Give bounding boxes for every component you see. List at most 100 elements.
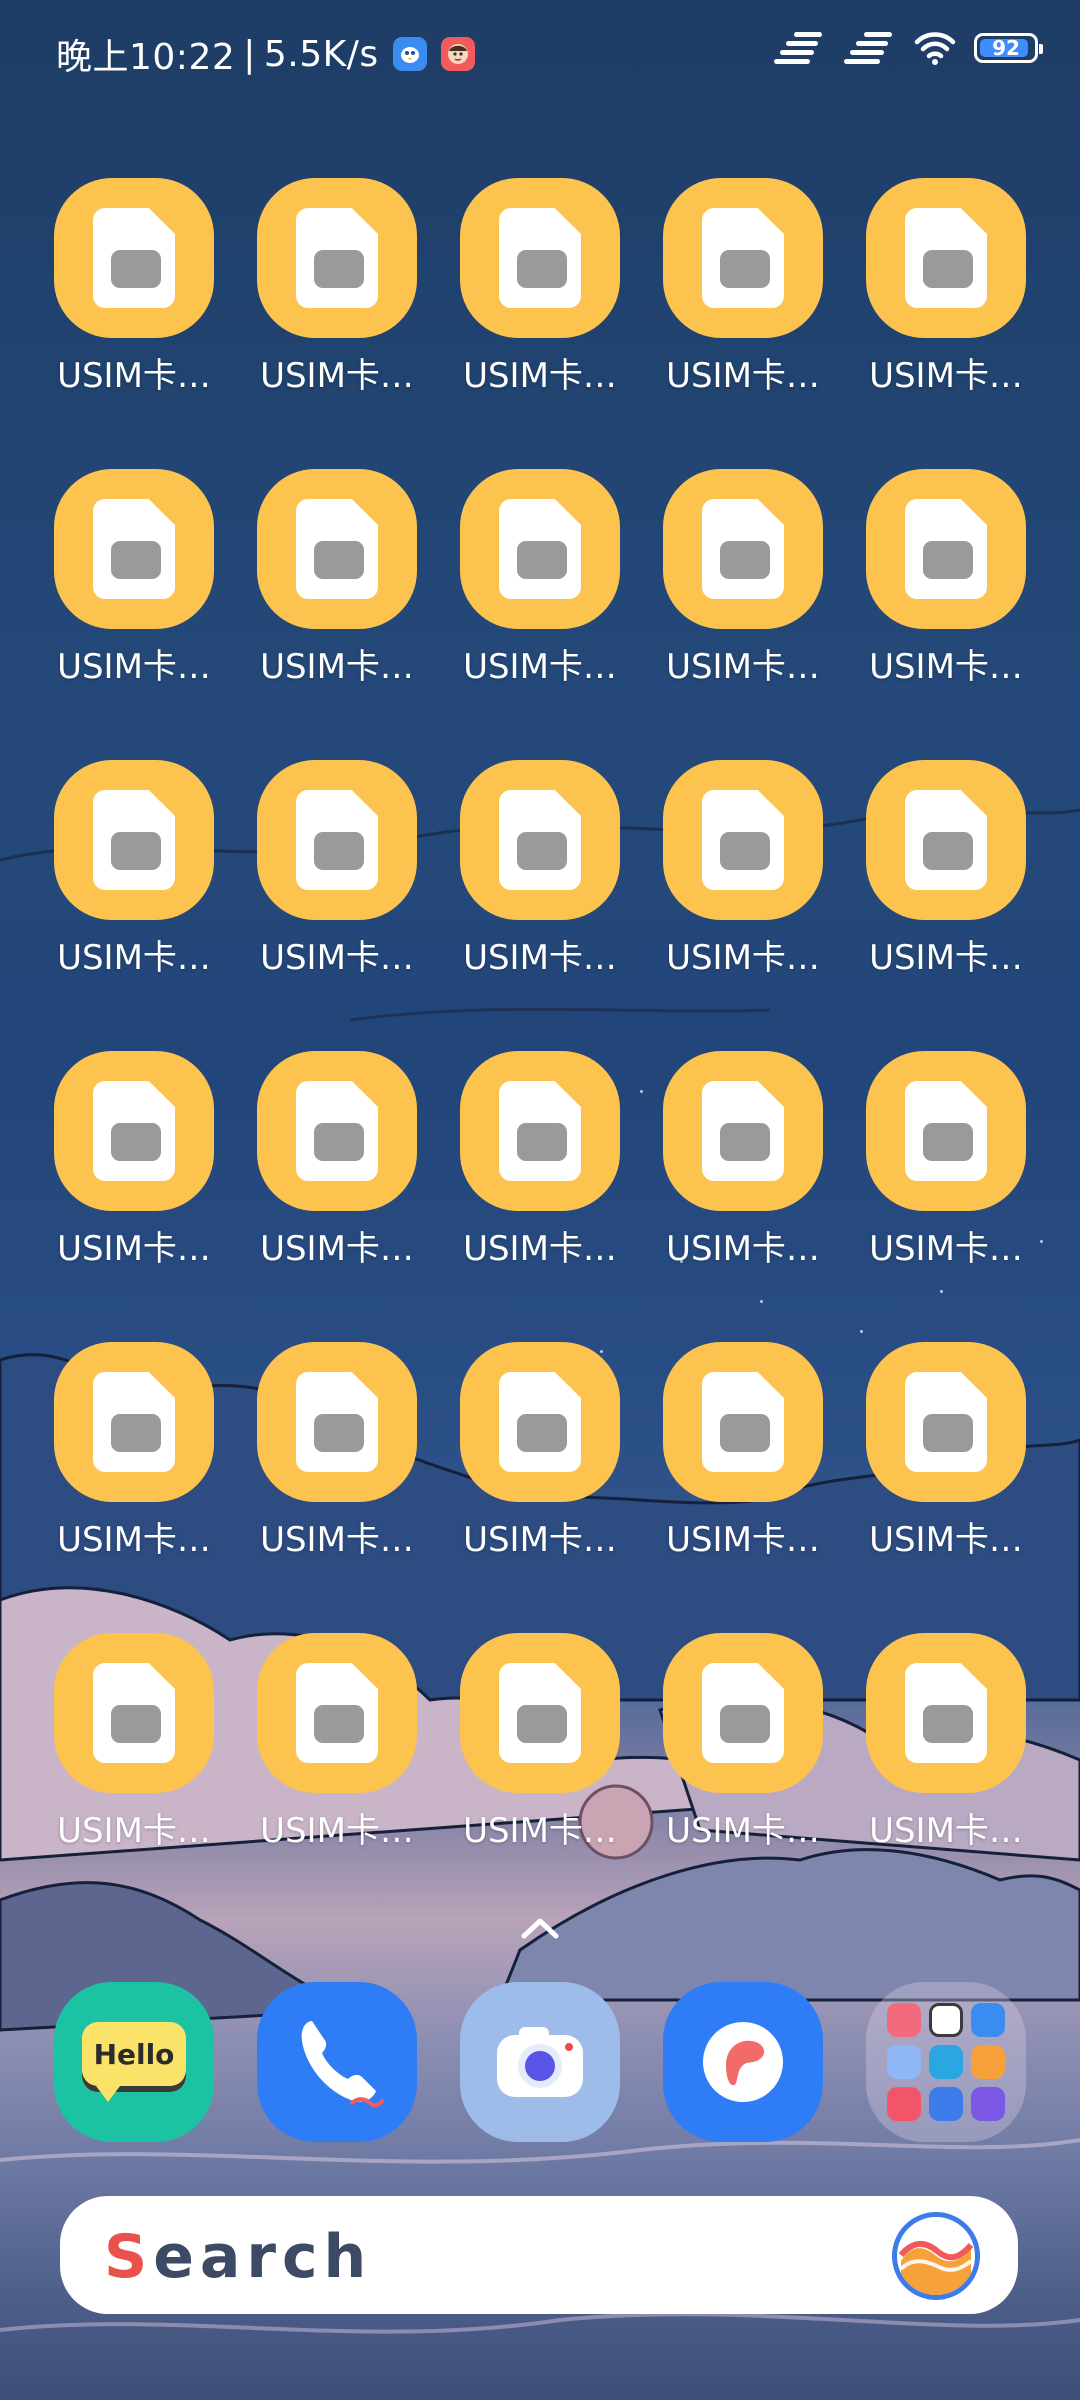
sim-card-body — [296, 499, 378, 599]
sim-chip — [720, 1705, 770, 1743]
hello-app[interactable]: Hello — [54, 1982, 214, 2142]
search-label-first: S — [104, 2222, 154, 2292]
sim-card-body — [499, 1372, 581, 1472]
app-label: USIM卡… — [666, 938, 820, 978]
sim-card-body — [702, 1663, 784, 1763]
search-bar[interactable]: Search — [60, 2196, 1018, 2314]
sim-chip — [923, 1705, 973, 1743]
app-usim-card[interactable]: USIM卡… — [236, 1051, 439, 1342]
app-label: USIM卡… — [260, 647, 414, 687]
sim-chip — [923, 250, 973, 288]
chevron-up-icon[interactable] — [515, 1908, 565, 1948]
app-usim-card[interactable]: USIM卡… — [845, 469, 1048, 760]
sim-card-icon — [866, 469, 1026, 629]
app-label: USIM卡… — [666, 356, 820, 396]
app-usim-card[interactable]: USIM卡… — [33, 1633, 236, 1924]
app-usim-card[interactable]: USIM卡… — [439, 469, 642, 760]
sim-chip — [923, 832, 973, 870]
phone-app[interactable] — [257, 1982, 417, 2142]
app-usim-card[interactable]: USIM卡… — [642, 1051, 845, 1342]
status-right: 92 — [774, 30, 1043, 66]
network-speed: 5.5K/s — [263, 33, 379, 75]
sim-card-body — [93, 1663, 175, 1763]
wifi-icon — [914, 32, 956, 65]
sim-chip — [314, 250, 364, 288]
app-label: USIM卡… — [869, 1811, 1023, 1851]
app-usim-card[interactable]: USIM卡… — [236, 760, 439, 1051]
app-usim-card[interactable]: USIM卡… — [236, 1633, 439, 1924]
app-usim-card[interactable]: USIM卡… — [33, 469, 236, 760]
sim-chip — [720, 1123, 770, 1161]
folder-app-5-icon — [929, 2045, 963, 2079]
app-usim-card[interactable]: USIM卡… — [439, 178, 642, 469]
avatar-notification-icon — [440, 37, 475, 71]
sim-card-body — [702, 499, 784, 599]
app-usim-card[interactable]: USIM卡… — [439, 760, 642, 1051]
app-label: USIM卡… — [260, 1811, 414, 1851]
dock: Hello — [0, 1982, 1080, 2147]
app-usim-card[interactable]: USIM卡… — [642, 1633, 845, 1924]
sim-chip — [111, 250, 161, 288]
sim-card-icon — [866, 760, 1026, 920]
signal-2-icon — [844, 32, 892, 64]
app-label: USIM卡… — [57, 1811, 211, 1851]
sim-chip — [720, 1414, 770, 1452]
sim-card-icon — [460, 178, 620, 338]
sim-card-icon — [866, 1633, 1026, 1793]
app-usim-card[interactable]: USIM卡… — [33, 1051, 236, 1342]
app-usim-card[interactable]: USIM卡… — [439, 1051, 642, 1342]
app-usim-card[interactable]: USIM卡… — [33, 1342, 236, 1633]
app-usim-card[interactable]: USIM卡… — [845, 178, 1048, 469]
bird-notification-icon — [392, 37, 427, 71]
folder-app-7-icon — [887, 2087, 921, 2121]
sim-card-body — [499, 1081, 581, 1181]
folder-app-2-icon — [929, 2003, 963, 2037]
app-usim-card[interactable]: USIM卡… — [236, 1342, 439, 1633]
app-usim-card[interactable]: USIM卡… — [845, 1342, 1048, 1633]
app-usim-card[interactable]: USIM卡… — [642, 1342, 845, 1633]
folder-app-4-icon — [887, 2045, 921, 2079]
app-label: USIM卡… — [463, 938, 617, 978]
app-usim-card[interactable]: USIM卡… — [845, 760, 1048, 1051]
app-usim-card[interactable]: USIM卡… — [439, 1342, 642, 1633]
browser-app[interactable] — [663, 1982, 823, 2142]
phone-icon — [301, 2021, 384, 2108]
sim-chip — [111, 1414, 161, 1452]
camera-app[interactable] — [460, 1982, 620, 2142]
app-usim-card[interactable]: USIM卡… — [845, 1633, 1048, 1924]
sim-card-icon — [54, 1342, 214, 1502]
search-label: Search — [104, 2222, 372, 2292]
sim-card-body — [905, 790, 987, 890]
sim-card-icon — [460, 469, 620, 629]
app-label: USIM卡… — [57, 647, 211, 687]
app-usim-card[interactable]: USIM卡… — [642, 178, 845, 469]
assistant-icon[interactable] — [892, 2212, 980, 2300]
app-usim-card[interactable]: USIM卡… — [439, 1633, 642, 1924]
sim-chip — [923, 1123, 973, 1161]
folder-icon — [887, 2003, 1005, 2121]
app-usim-card[interactable]: USIM卡… — [33, 178, 236, 469]
app-label: USIM卡… — [57, 1229, 211, 1269]
hello-speech-bubble-icon: Hello — [82, 2022, 186, 2102]
sim-chip — [517, 541, 567, 579]
app-usim-card[interactable]: USIM卡… — [236, 178, 439, 469]
sim-card-body — [702, 1372, 784, 1472]
app-label: USIM卡… — [666, 1520, 820, 1560]
app-usim-card[interactable]: USIM卡… — [642, 469, 845, 760]
sim-chip — [517, 1123, 567, 1161]
sim-card-body — [93, 1081, 175, 1181]
sim-card-body — [905, 1081, 987, 1181]
folder-app-9-icon — [971, 2087, 1005, 2121]
app-usim-card[interactable]: USIM卡… — [33, 760, 236, 1051]
app-usim-card[interactable]: USIM卡… — [845, 1051, 1048, 1342]
search-label-rest: earch — [153, 2222, 373, 2292]
sim-chip — [314, 1705, 364, 1743]
app-usim-card[interactable]: USIM卡… — [236, 469, 439, 760]
sim-card-icon — [460, 1342, 620, 1502]
folder[interactable] — [866, 1982, 1026, 2142]
sim-card-body — [93, 790, 175, 890]
sim-chip — [517, 832, 567, 870]
sim-chip — [111, 1705, 161, 1743]
app-usim-card[interactable]: USIM卡… — [642, 760, 845, 1051]
sim-card-icon — [663, 1051, 823, 1211]
